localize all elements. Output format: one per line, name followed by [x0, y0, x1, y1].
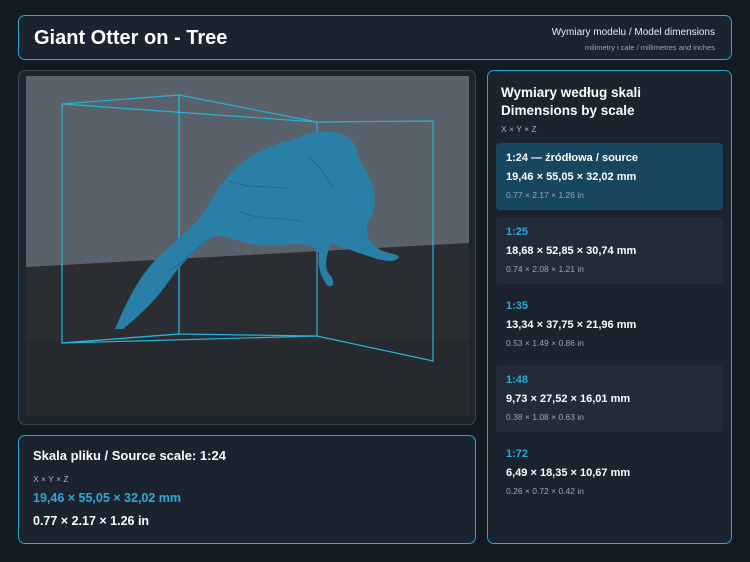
model-title: Giant Otter on - Tree [34, 27, 228, 49]
source-scale-title: Skala pliku / Source scale: 1:24 [33, 448, 226, 463]
source-axes-label: X × Y × Z [33, 474, 69, 484]
scales-axes-label: X × Y × Z [501, 124, 537, 134]
scale-label: 1:25 [506, 226, 529, 238]
scales-panel: Wymiary według skali Dimensions by scale… [487, 70, 732, 544]
scale-dimensions-mm: 9,73 × 27,52 × 16,01 mm [506, 393, 631, 405]
units-note: milimetry i cale / millimetres and inche… [584, 43, 715, 52]
model-viewer[interactable] [18, 70, 476, 425]
scale-label: 1:48 [506, 374, 529, 386]
scale-card-1-48[interactable]: 1:48 9,73 × 27,52 × 16,01 mm 0.38 × 1.08… [496, 365, 723, 432]
scale-label: 1:35 [506, 300, 529, 312]
source-dimensions-mm: 19,46 × 55,05 × 32,02 mm [33, 491, 182, 505]
scale-dimensions-in: 0.38 × 1.08 × 0.63 in [506, 412, 584, 422]
source-dimensions-in: 0.77 × 2.17 × 1.26 in [33, 514, 150, 528]
model-render [26, 76, 469, 416]
header-subtitle: Wymiary modelu / Model dimensions [551, 27, 715, 38]
scale-dimensions-in: 0.74 × 2.08 × 1.21 in [506, 264, 584, 274]
scale-label: 1:24 — źródłowa / source [506, 152, 639, 164]
scales-title-pl: Wymiary według skali [501, 85, 642, 100]
scale-card-1-24[interactable]: 1:24 — źródłowa / source 19,46 × 55,05 ×… [496, 143, 723, 210]
scale-dimensions-in: 0.53 × 1.49 × 0.86 in [506, 338, 584, 348]
scale-label: 1:72 [506, 448, 529, 460]
scale-dimensions-mm: 6,49 × 18,35 × 10,67 mm [506, 467, 631, 479]
scale-dimensions-mm: 13,34 × 37,75 × 21,96 mm [506, 319, 637, 331]
floor-shadow [26, 341, 469, 416]
source-scale-panel: Skala pliku / Source scale: 1:24 X × Y ×… [18, 435, 476, 544]
scale-card-1-35[interactable]: 1:35 13,34 × 37,75 × 21,96 mm 0.53 × 1.4… [496, 291, 723, 358]
scale-dimensions-in: 0.77 × 2.17 × 1.26 in [506, 190, 584, 200]
header-bar: Giant Otter on - Tree Wymiary modelu / M… [18, 15, 732, 60]
scales-title: Wymiary według skali Dimensions by scale [501, 84, 641, 120]
scale-dimensions-in: 0.26 × 0.72 × 0.42 in [506, 486, 584, 496]
scale-card-1-25[interactable]: 1:25 18,68 × 52,85 × 30,74 mm 0.74 × 2.0… [496, 217, 723, 284]
scale-card-1-72[interactable]: 1:72 6,49 × 18,35 × 10,67 mm 0.26 × 0.72… [496, 439, 723, 506]
scales-title-en: Dimensions by scale [501, 103, 635, 118]
scale-dimensions-mm: 18,68 × 52,85 × 30,74 mm [506, 245, 637, 257]
scale-dimensions-mm: 19,46 × 55,05 × 32,02 mm [506, 171, 637, 183]
